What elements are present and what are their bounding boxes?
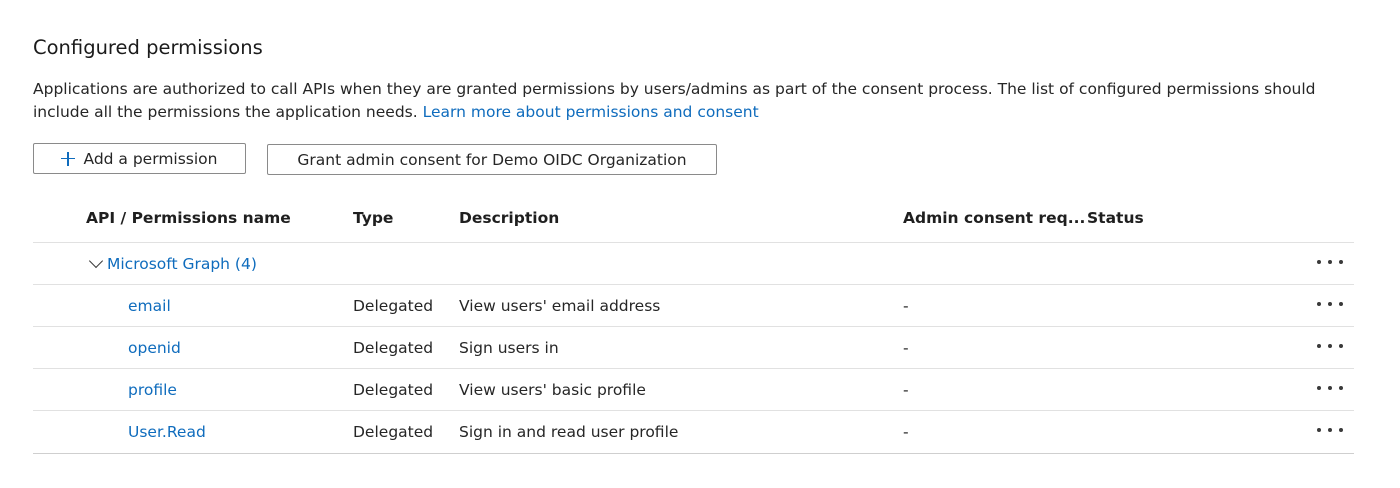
row-divider [33, 368, 1354, 369]
add-permission-button[interactable]: Add a permission [33, 143, 246, 174]
permission-name-link[interactable]: openid [128, 339, 181, 357]
grant-admin-consent-button[interactable]: Grant admin consent for Demo OIDC Organi… [267, 144, 717, 175]
section-description: Applications are authorized to call APIs… [33, 78, 1363, 124]
admin-consent-value: - [903, 381, 909, 399]
header-divider [33, 242, 1354, 243]
admin-consent-value: - [903, 297, 909, 315]
permission-type: Delegated [353, 423, 434, 441]
more-actions-icon[interactable] [1317, 257, 1343, 267]
row-divider [33, 410, 1354, 411]
row-divider [33, 326, 1354, 327]
column-header-admin-consent[interactable]: Admin consent req... [903, 209, 1085, 227]
section-title: Configured permissions [33, 36, 263, 59]
chevron-down-icon[interactable] [88, 253, 104, 269]
more-actions-icon[interactable] [1317, 341, 1343, 351]
column-header-name[interactable]: API / Permissions name [86, 209, 291, 227]
admin-consent-value: - [903, 423, 909, 441]
plus-icon [61, 151, 76, 166]
more-actions-icon[interactable] [1317, 425, 1343, 435]
permission-type: Delegated [353, 297, 434, 315]
column-header-type[interactable]: Type [353, 209, 393, 227]
permission-description: View users' basic profile [459, 381, 646, 399]
column-header-status[interactable]: Status [1087, 209, 1144, 227]
grant-admin-consent-label: Grant admin consent for Demo OIDC Organi… [297, 150, 687, 169]
permission-description: Sign in and read user profile [459, 423, 679, 441]
table-bottom-divider [33, 453, 1354, 454]
learn-more-link[interactable]: Learn more about permissions and consent [423, 103, 759, 121]
permission-type: Delegated [353, 381, 434, 399]
permission-description: Sign users in [459, 339, 559, 357]
group-label-microsoft-graph[interactable]: Microsoft Graph (4) [107, 255, 257, 273]
admin-consent-value: - [903, 339, 909, 357]
permission-name-link[interactable]: profile [128, 381, 177, 399]
column-header-description[interactable]: Description [459, 209, 559, 227]
more-actions-icon[interactable] [1317, 299, 1343, 309]
row-divider [33, 284, 1354, 285]
add-permission-label: Add a permission [83, 149, 218, 168]
more-actions-icon[interactable] [1317, 383, 1343, 393]
permission-type: Delegated [353, 339, 434, 357]
permission-name-link[interactable]: email [128, 297, 171, 315]
permission-name-link[interactable]: User.Read [128, 423, 206, 441]
permission-description: View users' email address [459, 297, 661, 315]
